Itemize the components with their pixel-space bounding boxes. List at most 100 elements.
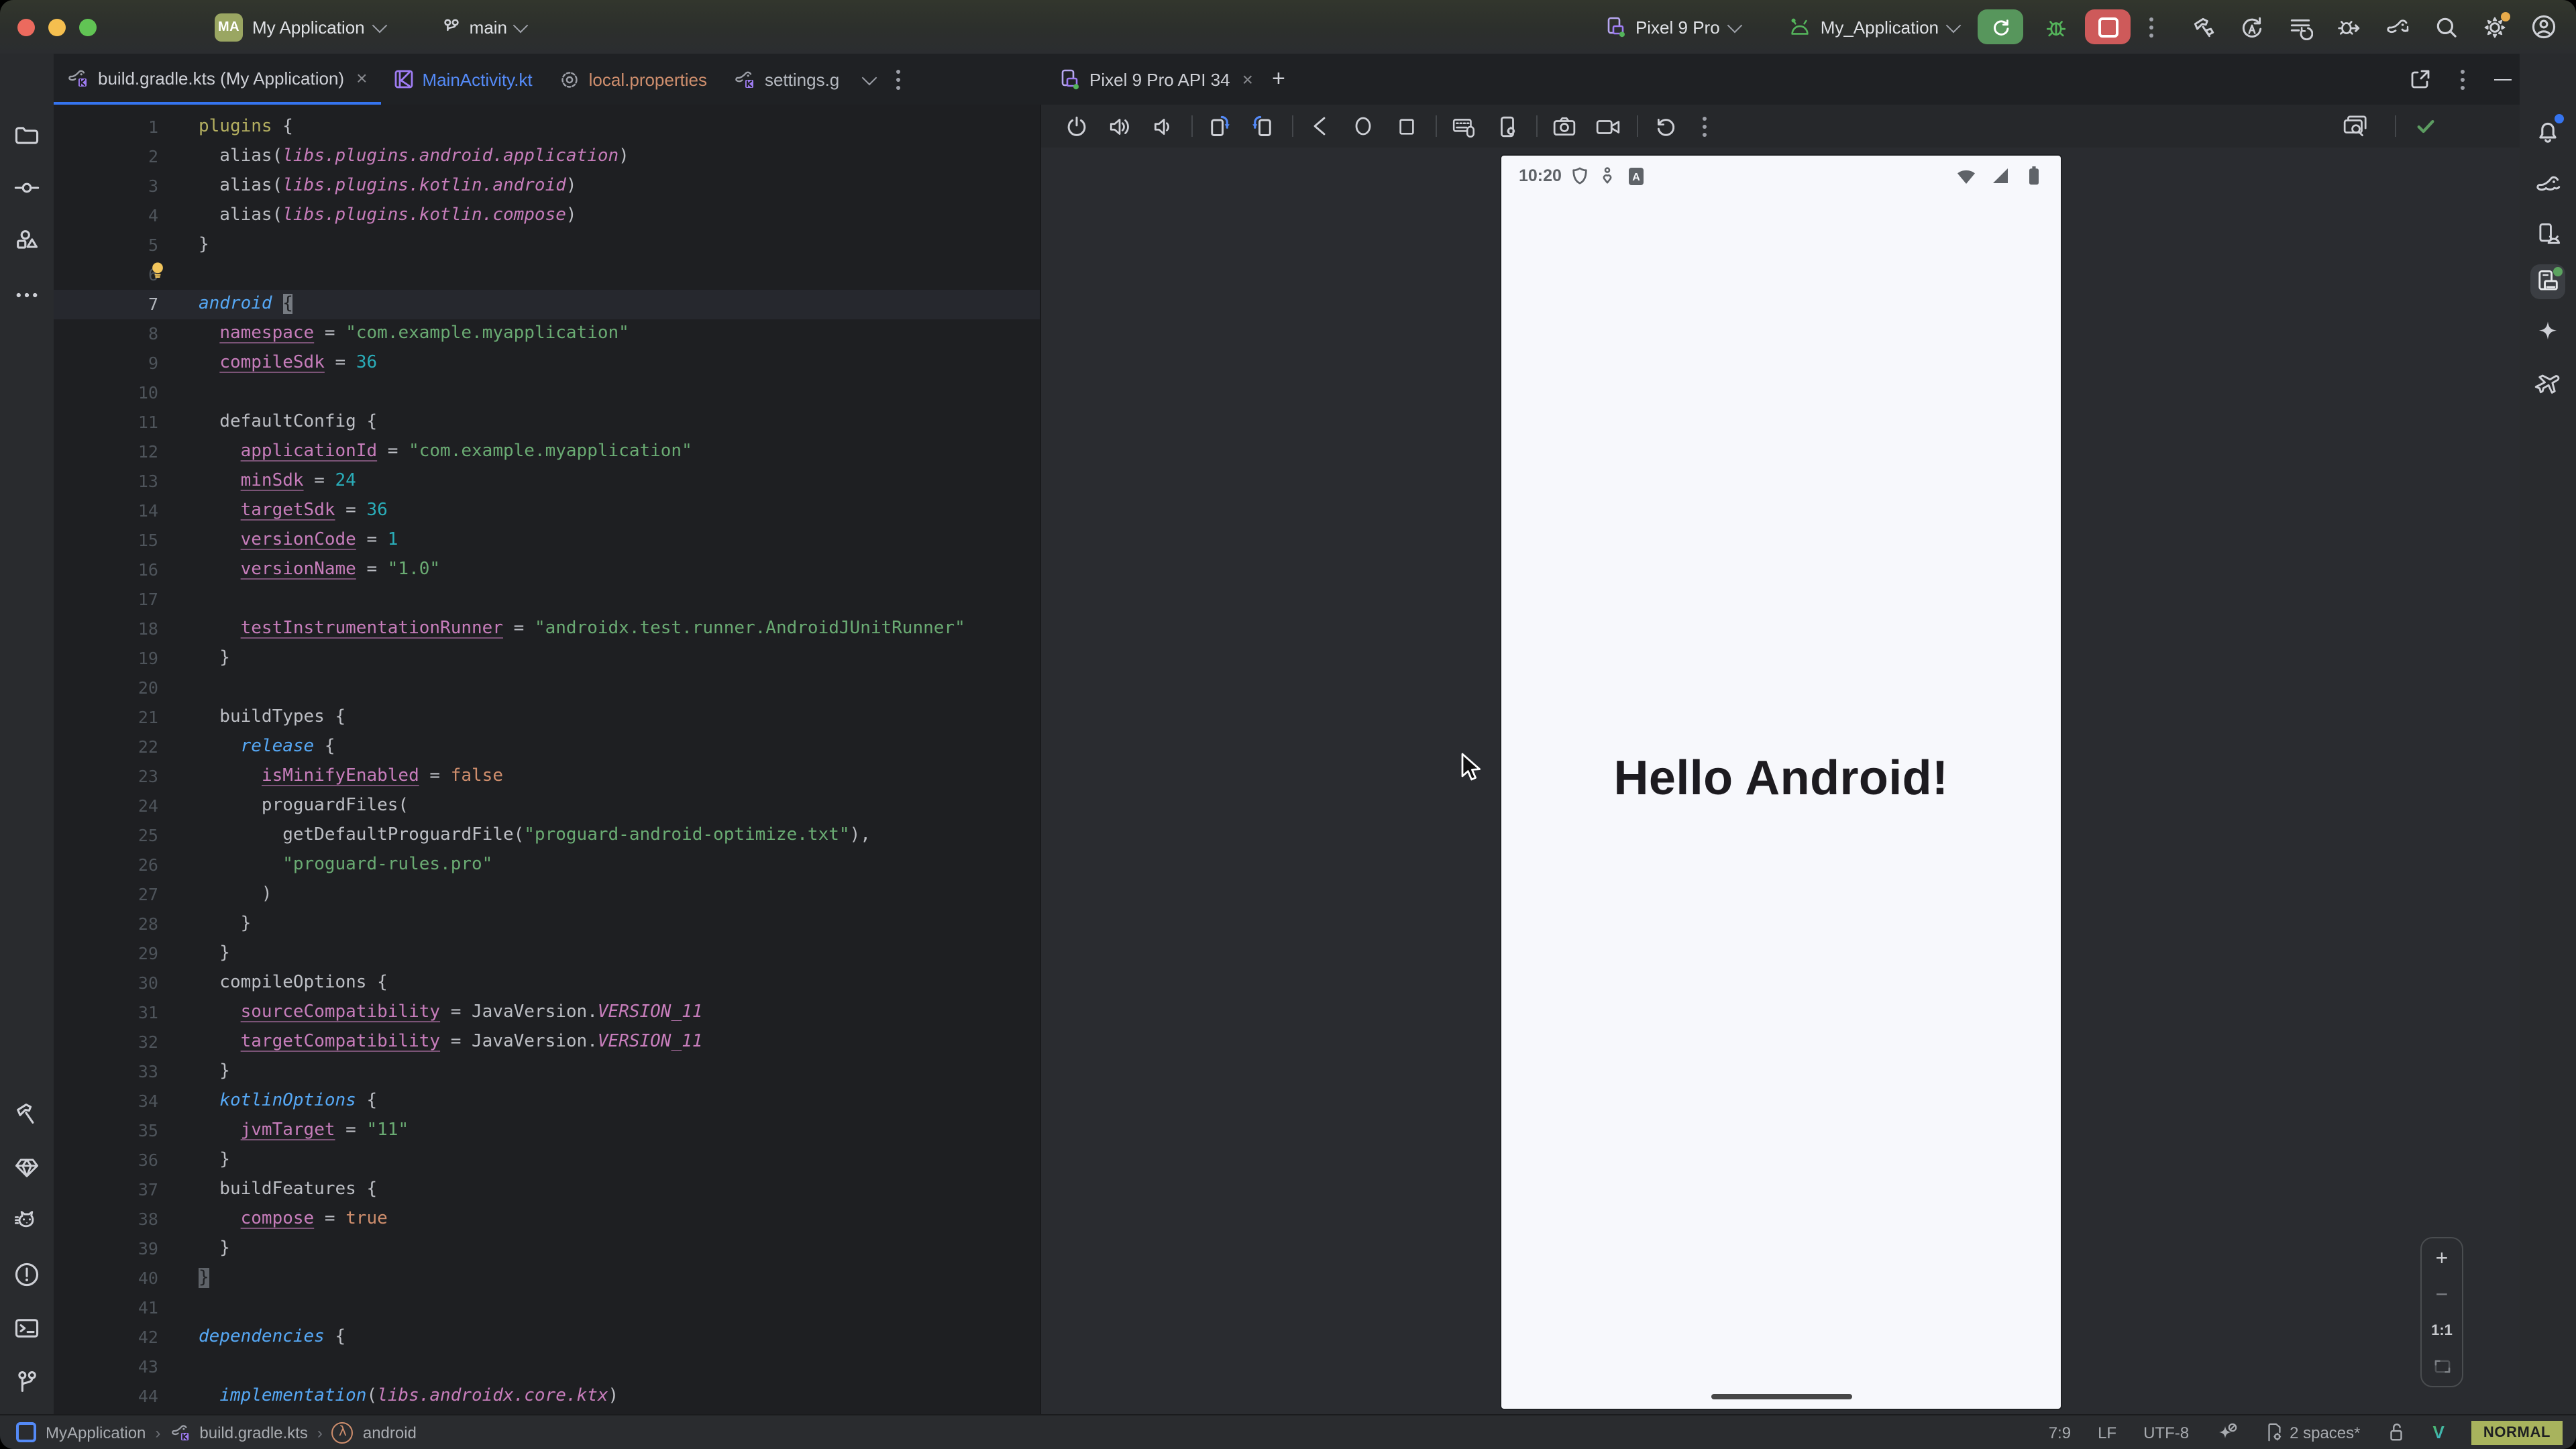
vim-mode-badge[interactable]: NORMAL — [2471, 1420, 2563, 1444]
gradle-tool-icon[interactable] — [2530, 168, 2565, 203]
app-inspection-gem-icon[interactable] — [9, 1150, 44, 1185]
encoding-widget[interactable]: UTF-8 — [2143, 1423, 2189, 1442]
code-line[interactable]: 18 testInstrumentationRunner = "androidx… — [54, 614, 1040, 644]
tab-mainactivity[interactable]: MainActivity.kt — [380, 54, 545, 105]
code-line[interactable]: 22 release { — [54, 733, 1040, 762]
zoom-out-button[interactable]: − — [2436, 1289, 2449, 1303]
indent-widget[interactable]: 2 spaces* — [2264, 1422, 2360, 1442]
apply-code-changes-icon[interactable] — [2239, 14, 2265, 40]
code-line[interactable]: 23 isMinifyEnabled = false — [54, 762, 1040, 792]
volume-down-icon[interactable] — [1146, 110, 1178, 142]
code-line[interactable]: 25 getDefaultProguardFile("proguard-andr… — [54, 821, 1040, 851]
tab-running-device[interactable]: Pixel 9 Pro API 34 × — [1040, 68, 1267, 90]
panel-options-kebab-icon[interactable] — [2453, 69, 2473, 89]
code-line[interactable]: 33 } — [54, 1057, 1040, 1087]
line-separator-widget[interactable]: LF — [2098, 1423, 2116, 1442]
tab-settings-gradle[interactable]: settings.g — [720, 54, 853, 105]
tab-build-gradle[interactable]: build.gradle.kts (My Application) × — [54, 54, 380, 105]
code-line[interactable]: 44 implementation(libs.androidx.core.ktx… — [54, 1382, 1040, 1411]
open-in-new-window-icon[interactable] — [2410, 68, 2431, 90]
code-line[interactable]: 41 — [54, 1293, 1040, 1323]
android-back-icon[interactable] — [1304, 110, 1336, 142]
gemini-disabled-icon[interactable] — [2216, 1421, 2237, 1443]
device-manager-icon[interactable] — [2530, 217, 2565, 252]
power-icon[interactable] — [1060, 110, 1092, 142]
close-window-button[interactable] — [17, 18, 35, 36]
rotate-left-icon[interactable] — [1203, 110, 1236, 142]
volume-up-icon[interactable] — [1103, 110, 1135, 142]
version-control-branch-icon[interactable] — [9, 1364, 44, 1399]
android-overview-icon[interactable] — [1390, 110, 1422, 142]
rerun-button[interactable] — [1978, 9, 2023, 44]
hardware-input-icon[interactable] — [1448, 110, 1480, 142]
code-line[interactable]: 9 compileSdk = 36 — [54, 349, 1040, 378]
code-line[interactable]: 40} — [54, 1264, 1040, 1293]
ideavim-icon[interactable]: V — [2433, 1422, 2445, 1442]
code-line[interactable]: 38 compose = true — [54, 1205, 1040, 1234]
build-tool-icon[interactable] — [9, 1096, 44, 1131]
notifications-bell-icon[interactable] — [2530, 114, 2565, 149]
attach-debugger-icon[interactable] — [2336, 14, 2361, 40]
breadcrumb-node[interactable]: android — [363, 1423, 417, 1442]
project-widget[interactable]: MA My Application — [215, 13, 385, 41]
code-line[interactable]: 34 kotlinOptions { — [54, 1087, 1040, 1116]
account-avatar-icon[interactable] — [2530, 13, 2557, 40]
code-line[interactable]: 11 defaultConfig { — [54, 408, 1040, 437]
code-line[interactable]: 36 } — [54, 1146, 1040, 1175]
device-settings-icon[interactable] — [1491, 110, 1523, 142]
gesture-nav-handle[interactable] — [1711, 1394, 1851, 1399]
android-home-icon[interactable] — [1347, 110, 1379, 142]
emulator-more-kebab-icon[interactable] — [1695, 116, 1715, 136]
code-line[interactable]: 15 versionCode = 1 — [54, 526, 1040, 555]
code-line[interactable]: 16 versionName = "1.0" — [54, 555, 1040, 585]
add-device-tab-button[interactable]: + — [1267, 66, 1291, 93]
code-editor[interactable]: 1plugins {2 alias(libs.plugins.android.a… — [54, 105, 1040, 1414]
code-line[interactable]: 42dependencies { — [54, 1323, 1040, 1352]
rotate-right-icon[interactable] — [1246, 110, 1279, 142]
caret-position-widget[interactable]: 7:9 — [2049, 1423, 2071, 1442]
code-line[interactable]: 1plugins { — [54, 113, 1040, 142]
zoom-in-button[interactable]: + — [2436, 1250, 2449, 1269]
hide-panel-icon[interactable] — [2494, 78, 2512, 80]
code-line[interactable]: 24 proguardFiles( — [54, 792, 1040, 821]
problems-alert-icon[interactable] — [9, 1257, 44, 1292]
code-line[interactable]: 3 alias(libs.plugins.kotlin.android) — [54, 172, 1040, 201]
code-line[interactable]: 6 — [54, 260, 1040, 290]
code-line[interactable]: 12 applicationId = "com.example.myapplic… — [54, 437, 1040, 467]
build-hammer-icon[interactable] — [2191, 14, 2216, 40]
emulator-screen[interactable]: 10:20 A — [1501, 156, 2061, 1409]
gemini-sparkle-icon[interactable] — [2530, 315, 2565, 350]
breadcrumb-project[interactable]: MyApplication — [46, 1423, 146, 1442]
resource-manager-icon[interactable] — [9, 223, 44, 258]
tab-overflow-chevron-icon[interactable] — [861, 70, 877, 86]
code-line[interactable]: 28 } — [54, 910, 1040, 939]
more-tool-windows-icon[interactable] — [9, 278, 44, 313]
code-line[interactable]: 43 — [54, 1352, 1040, 1382]
code-line[interactable]: 2 alias(libs.plugins.android.application… — [54, 142, 1040, 172]
code-line[interactable]: 14 targetSdk = 36 — [54, 496, 1040, 526]
code-line[interactable]: 29 } — [54, 939, 1040, 969]
breadcrumb-file[interactable]: build.gradle.kts — [199, 1423, 307, 1442]
code-line[interactable]: 32 targetCompatibility = JavaVersion.VER… — [54, 1028, 1040, 1057]
code-line[interactable]: 20 — [54, 674, 1040, 703]
code-line[interactable]: 13 minSdk = 24 — [54, 467, 1040, 496]
screenshot-camera-icon[interactable] — [1548, 110, 1580, 142]
intention-bulb-icon[interactable] — [148, 260, 168, 291]
project-tool-icon[interactable] — [9, 118, 44, 153]
profiler-icon[interactable] — [2288, 14, 2313, 40]
debug-button[interactable] — [2037, 9, 2074, 44]
code-line[interactable]: 30 compileOptions { — [54, 969, 1040, 998]
screen-record-icon[interactable] — [1591, 110, 1623, 142]
code-line[interactable]: 4 alias(libs.plugins.kotlin.compose) — [54, 201, 1040, 231]
running-devices-icon[interactable] — [2530, 264, 2565, 299]
code-line[interactable]: 39 } — [54, 1234, 1040, 1264]
stop-button[interactable] — [2085, 9, 2131, 44]
device-selector[interactable]: Pixel 9 Pro — [1605, 16, 1740, 38]
reset-restart-icon[interactable] — [1649, 110, 1681, 142]
code-line[interactable]: 10 — [54, 378, 1040, 408]
code-line[interactable]: 31 sourceCompatibility = JavaVersion.VER… — [54, 998, 1040, 1028]
code-line[interactable]: 17 — [54, 585, 1040, 614]
gradle-sync-icon[interactable] — [2384, 14, 2411, 40]
code-line[interactable]: 8 namespace = "com.example.myapplication… — [54, 319, 1040, 349]
screen-search-icon[interactable] — [2339, 110, 2371, 142]
